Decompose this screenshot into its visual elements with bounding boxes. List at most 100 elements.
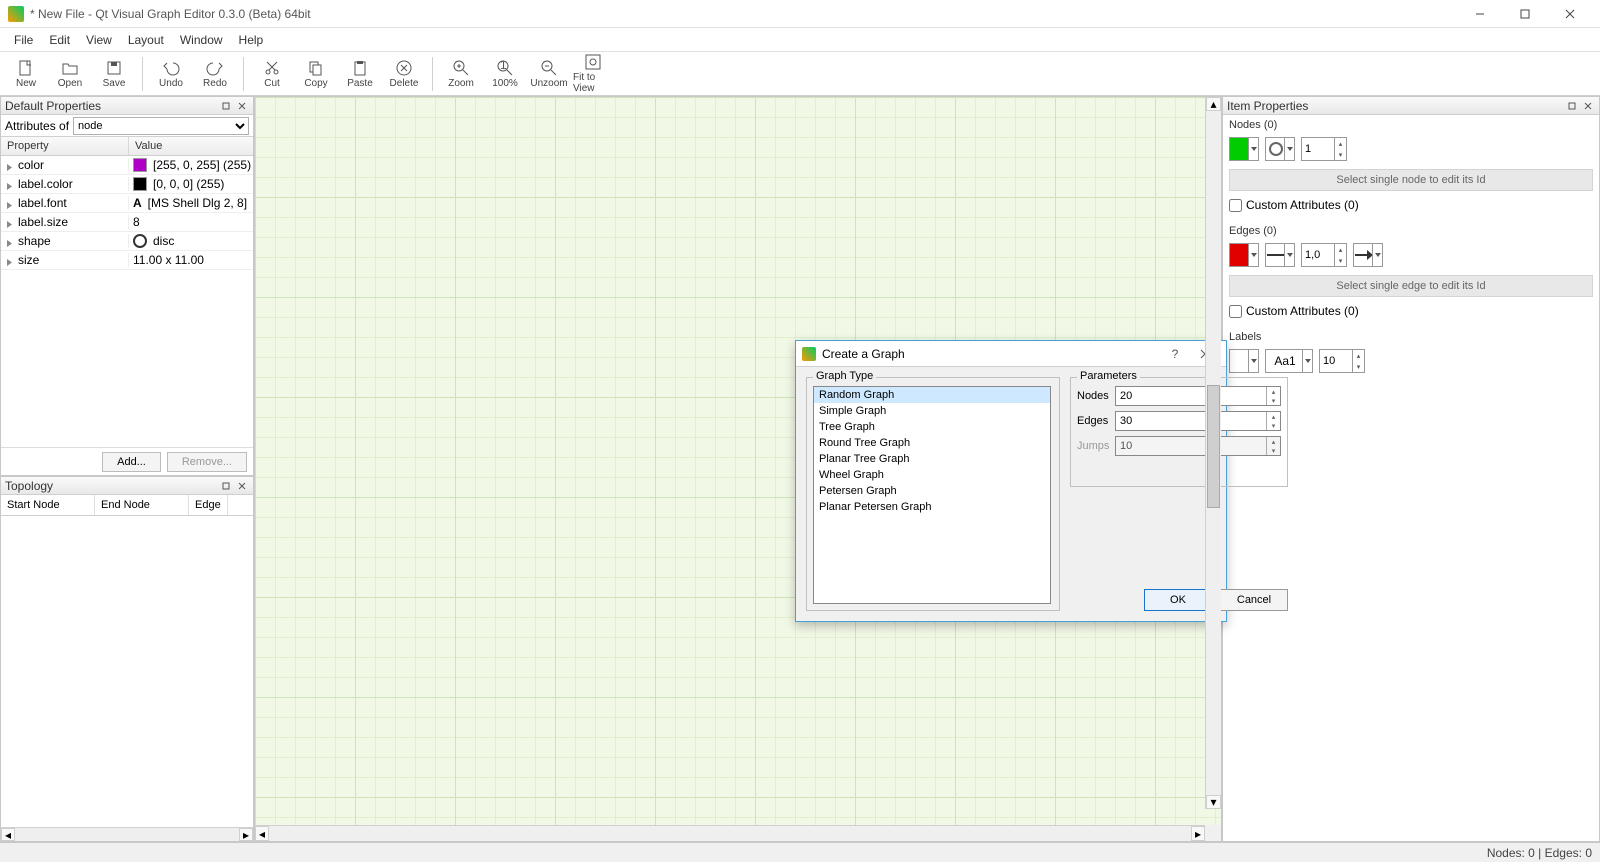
new-icon — [16, 59, 36, 77]
expand-icon[interactable] — [5, 180, 14, 189]
property-row[interactable]: shapedisc — [1, 232, 253, 251]
label-font-picker[interactable]: Aa1 — [1265, 349, 1313, 373]
remove-property-button[interactable]: Remove... — [167, 452, 247, 472]
topology-hscroll[interactable]: ◂ ▸ — [1, 827, 253, 841]
dialog-help-button[interactable]: ? — [1160, 343, 1190, 365]
minimize-button[interactable] — [1457, 0, 1502, 28]
color-swatch — [133, 177, 147, 191]
property-row[interactable]: label.color[0, 0, 0] (255) — [1, 175, 253, 194]
shape-icon — [133, 234, 147, 248]
toolbar-label: Zoom — [448, 78, 474, 89]
cut-icon — [262, 59, 282, 77]
graph-type-item[interactable]: Planar Tree Graph — [814, 451, 1050, 467]
graph-type-item[interactable]: Tree Graph — [814, 419, 1050, 435]
save-icon — [104, 59, 124, 77]
zoom100-icon: 1 — [495, 59, 515, 77]
canvas-hscroll[interactable]: ◂ ▸ — [255, 825, 1205, 841]
maximize-button[interactable] — [1502, 0, 1547, 28]
graph-type-item[interactable]: Round Tree Graph — [814, 435, 1050, 451]
scroll-up-icon[interactable]: ▴ — [1206, 97, 1221, 111]
param-edges-label: Edges — [1077, 415, 1115, 427]
node-custom-attrs-checkbox[interactable] — [1229, 199, 1242, 212]
scroll-down-icon[interactable]: ▾ — [1206, 795, 1221, 809]
panel-close-button[interactable] — [235, 479, 249, 493]
toolbar-label: Paste — [347, 78, 373, 89]
close-button[interactable] — [1547, 0, 1592, 28]
expand-icon[interactable] — [5, 161, 14, 170]
scroll-left-icon[interactable]: ◂ — [1, 828, 15, 841]
panel-float-button[interactable] — [219, 99, 233, 113]
paste-button[interactable]: Paste — [340, 54, 380, 94]
copy-icon — [306, 59, 326, 77]
canvas-vscroll[interactable]: ▴ ▾ — [1205, 97, 1221, 809]
unzoom-button[interactable]: Unzoom — [529, 54, 569, 94]
graph-type-item[interactable]: Planar Petersen Graph — [814, 499, 1050, 515]
label-color-picker[interactable] — [1229, 349, 1259, 373]
edge-arrow-picker[interactable] — [1353, 243, 1383, 267]
cut-button[interactable]: Cut — [252, 54, 292, 94]
edge-custom-attrs-checkbox[interactable] — [1229, 305, 1242, 318]
ok-button[interactable]: OK — [1144, 589, 1212, 611]
edge-style-picker[interactable] — [1265, 243, 1295, 267]
panel-float-button[interactable] — [219, 479, 233, 493]
param-nodes-input[interactable]: ▴▾ — [1115, 386, 1281, 406]
menu-view[interactable]: View — [78, 30, 120, 50]
expand-icon[interactable] — [5, 199, 14, 208]
panel-close-button[interactable] — [1581, 99, 1595, 113]
panel-float-button[interactable] — [1565, 99, 1579, 113]
attributes-of-select[interactable]: node — [73, 117, 249, 135]
menu-edit[interactable]: Edit — [41, 30, 78, 50]
graph-canvas[interactable]: Create a Graph ? Graph Type Random Graph… — [255, 97, 1221, 825]
property-row[interactable]: label.fontA[MS Shell Dlg 2, 8] — [1, 194, 253, 213]
node-shape-picker[interactable] — [1265, 137, 1295, 161]
undo-icon — [161, 59, 181, 77]
redo-button[interactable]: Redo — [195, 54, 235, 94]
menu-layout[interactable]: Layout — [120, 30, 172, 50]
property-row[interactable]: size11.00 x 11.00 — [1, 251, 253, 270]
toolbar: NewOpen Save Undo Redo CutCopy Paste Delete Zoo… — [0, 52, 1600, 96]
panel-close-button[interactable] — [235, 99, 249, 113]
app-icon — [8, 6, 24, 22]
node-color-picker[interactable] — [1229, 137, 1259, 161]
node-stroke-spinner[interactable]: ▴▾ — [1301, 137, 1347, 161]
topology-col[interactable]: Edge — [189, 495, 228, 515]
property-row[interactable]: label.size8 — [1, 213, 253, 232]
open-button[interactable]: Open — [50, 54, 90, 94]
expand-icon[interactable] — [5, 256, 14, 265]
new-button[interactable]: New — [6, 54, 46, 94]
menu-file[interactable]: File — [6, 30, 41, 50]
add-property-button[interactable]: Add... — [102, 452, 161, 472]
label-size-spinner[interactable]: ▴▾ — [1319, 349, 1365, 373]
delete-icon — [394, 59, 414, 77]
toolbar-label: Save — [103, 78, 126, 89]
topology-col[interactable]: Start Node — [1, 495, 95, 515]
paste-icon — [350, 59, 370, 77]
undo-button[interactable]: Undo — [151, 54, 191, 94]
default-properties-header: Default Properties — [1, 97, 253, 115]
expand-icon[interactable] — [5, 237, 14, 246]
zoom100-button[interactable]: 1100% — [485, 54, 525, 94]
delete-button[interactable]: Delete — [384, 54, 424, 94]
property-row[interactable]: color[255, 0, 255] (255) — [1, 156, 253, 175]
edge-color-picker[interactable] — [1229, 243, 1259, 267]
edge-weight-spinner[interactable]: ▴▾ — [1301, 243, 1347, 267]
fit-button[interactable]: Fit to View — [573, 54, 613, 94]
menu-help[interactable]: Help — [231, 30, 272, 50]
scroll-right-icon[interactable]: ▸ — [239, 828, 253, 841]
graph-type-item[interactable]: Simple Graph — [814, 403, 1050, 419]
zoom-button[interactable]: Zoom — [441, 54, 481, 94]
scroll-right-icon[interactable]: ▸ — [1191, 826, 1205, 841]
save-button[interactable]: Save — [94, 54, 134, 94]
graph-type-item[interactable]: Random Graph — [814, 387, 1050, 403]
graph-type-list[interactable]: Random GraphSimple GraphTree GraphRound … — [813, 386, 1051, 604]
toolbar-label: Redo — [203, 78, 227, 89]
expand-icon[interactable] — [5, 218, 14, 227]
topology-col[interactable]: End Node — [95, 495, 189, 515]
graph-type-item[interactable]: Wheel Graph — [814, 467, 1050, 483]
menu-window[interactable]: Window — [172, 30, 231, 50]
copy-button[interactable]: Copy — [296, 54, 336, 94]
cancel-button[interactable]: Cancel — [1220, 589, 1288, 611]
scroll-left-icon[interactable]: ◂ — [255, 826, 269, 841]
param-edges-input[interactable]: ▴▾ — [1115, 411, 1281, 431]
graph-type-item[interactable]: Petersen Graph — [814, 483, 1050, 499]
